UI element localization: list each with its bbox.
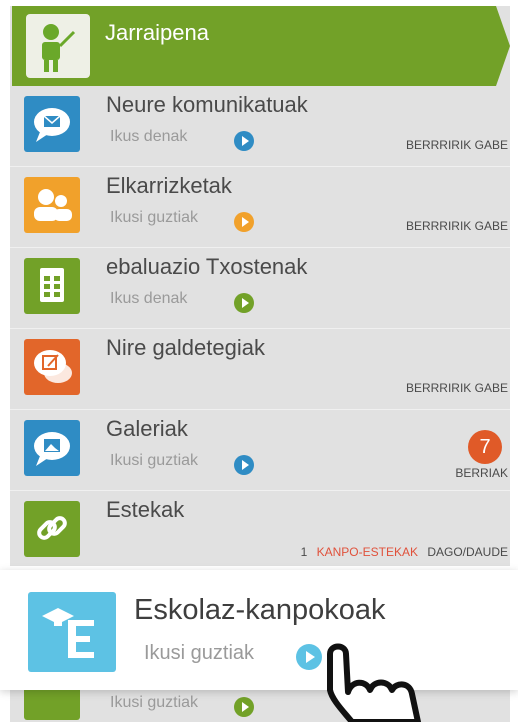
play-icon[interactable] [234, 212, 254, 232]
play-icon[interactable] [234, 293, 254, 313]
menu-item-elkarrizketak[interactable]: Elkarrizketak Ikusi guztiak BERRRIRIK GA… [10, 167, 510, 248]
view-all-link[interactable]: Ikus denak [110, 290, 187, 308]
play-icon[interactable] [234, 131, 254, 151]
play-icon[interactable] [234, 697, 254, 717]
view-all-link[interactable]: Ikusi guztiak [110, 452, 198, 470]
item-title: Elkarrizketak [106, 173, 232, 198]
menu-item-estekak[interactable]: Estekak 1 KANPO-ESTEKAK DAGO/DAUDE [10, 491, 510, 566]
view-all-link[interactable]: Ikusi guztiak [110, 694, 198, 712]
envelope-chat-icon [24, 96, 80, 152]
menu-item-galeriak[interactable]: Galeriak Ikusi guztiak 7 BERRIAK [10, 410, 510, 491]
status-label: BERRRIRIK GABE [405, 138, 508, 152]
external-links-link[interactable]: KANPO-ESTEKAK [317, 545, 418, 559]
item-title: Eskolaz-kanpokoak [134, 594, 386, 626]
item-title: ebaluazio Txostenak [106, 254, 308, 279]
status-label: BERRRIRIK GABE [405, 381, 508, 395]
menu-item-txostenak[interactable]: ebaluazio Txostenak Ikus denak [10, 248, 510, 329]
links-suffix: DAGO/DAUDE [427, 545, 508, 559]
view-all-link[interactable]: Ikusi guztiak [144, 642, 254, 665]
header-jarraipena[interactable]: Jarraipena [12, 6, 510, 86]
view-all-link[interactable]: Ikus denak [110, 128, 187, 146]
extracurricular-icon [28, 592, 116, 672]
status-label: BERRIAK [455, 466, 508, 480]
menu-panel: Jarraipena Neure komunikatuak Ikus denak… [10, 6, 510, 566]
edit-chat-icon [24, 339, 80, 395]
links-count: 1 [300, 545, 308, 559]
item-title: Nire galdetegiak [106, 335, 265, 360]
item-title: Estekak [106, 497, 185, 522]
header-title: Jarraipena [105, 20, 209, 45]
play-icon[interactable] [234, 455, 254, 475]
menu-item-komunikatuak[interactable]: Neure komunikatuak Ikus denak BERRRIRIK … [10, 86, 510, 167]
hand-pointer-icon [327, 643, 421, 722]
menu-item-galdetegiak[interactable]: Nire galdetegiak BERRRIRIK GABE [10, 329, 510, 410]
gallery-icon [24, 420, 80, 476]
teacher-icon [26, 14, 90, 78]
partial-icon [24, 686, 80, 720]
item-title: Neure komunikatuak [106, 92, 308, 117]
people-icon [24, 177, 80, 233]
links-info: 1 KANPO-ESTEKAK DAGO/DAUDE [295, 545, 508, 559]
status-label: BERRRIRIK GABE [405, 219, 508, 233]
link-icon [24, 501, 80, 557]
count-badge: 7 [468, 430, 502, 464]
item-title: Galeriak [106, 416, 188, 441]
report-icon [24, 258, 80, 314]
view-all-link[interactable]: Ikusi guztiak [110, 209, 198, 227]
